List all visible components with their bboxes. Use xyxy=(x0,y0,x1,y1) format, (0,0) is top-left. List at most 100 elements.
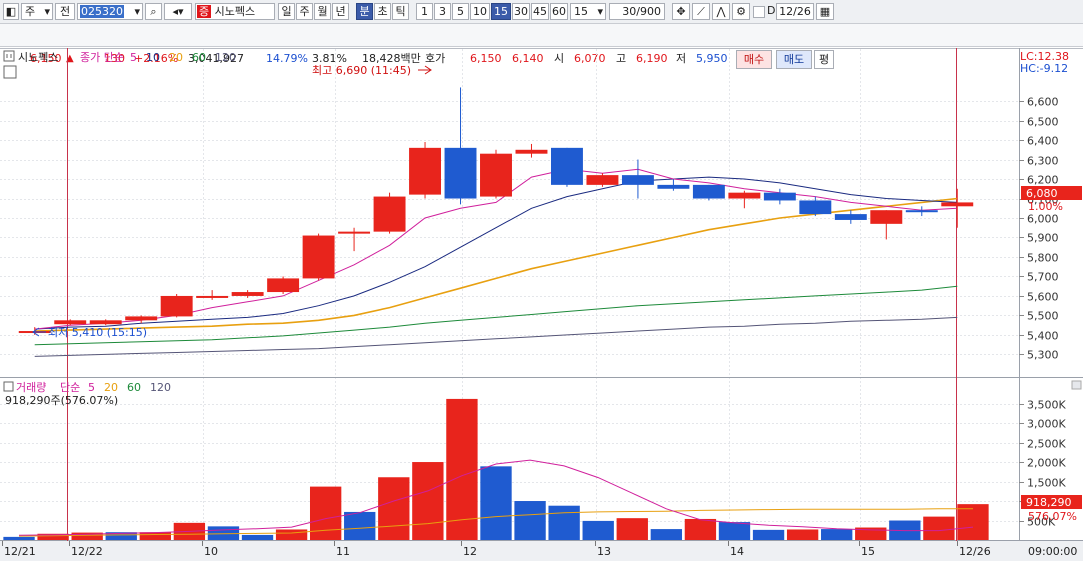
volume-ma-period-120: 120 xyxy=(150,381,171,394)
collapse-icon[interactable] xyxy=(1071,380,1082,390)
chevron-down-icon: ▾ xyxy=(597,5,603,18)
volume-tick-label: 3,500K xyxy=(1027,399,1066,412)
gear-icon[interactable]: ⚙ xyxy=(732,3,750,20)
trend-icon[interactable]: ⋀ xyxy=(712,3,730,20)
price-tick-label: 5,900 xyxy=(1027,232,1059,245)
stock-name: 시노펙스 xyxy=(214,5,256,18)
line-tool-icon[interactable]: ⟋ xyxy=(692,3,710,20)
price-tick-label: 6,400 xyxy=(1027,135,1059,148)
current-price-tag-text: 6,080 xyxy=(1026,187,1058,200)
prev-button[interactable]: 전 xyxy=(55,3,75,20)
volume-bar-up xyxy=(923,516,955,540)
ma-period-20: 20 xyxy=(169,51,183,64)
period-day[interactable]: 일 xyxy=(278,3,295,20)
crosshair-icon[interactable]: ✥ xyxy=(672,3,690,20)
ma-label: 종가 단순 xyxy=(80,51,124,64)
candle-up xyxy=(196,295,229,298)
date-input[interactable]: 12/26 xyxy=(776,3,814,20)
quote-bar: 6,150 ▲ 130 +2.16% 3,041,927 14.79% 3.81… xyxy=(0,24,1083,69)
stock-name-field[interactable]: 증 시노펙스 xyxy=(195,3,275,20)
price-tick-label: 6,000 xyxy=(1027,213,1059,226)
period-second[interactable]: 초 xyxy=(374,3,391,20)
volume-bar-down xyxy=(650,529,683,540)
volume-menu-icon[interactable] xyxy=(3,381,14,392)
price-tick-label: 5,600 xyxy=(1027,291,1059,304)
interval-5[interactable]: 5 xyxy=(452,3,469,20)
high-annotation: 최고 6,690 (11:45) xyxy=(312,64,411,77)
volume-tick-label: 1,500K xyxy=(1027,477,1066,490)
interval-select-value: 15 xyxy=(574,5,588,18)
current-volume-tag-text: 918,290 xyxy=(1026,496,1072,509)
volume-tick-label: 2,000K xyxy=(1027,457,1066,470)
ma-period-60: 60 xyxy=(192,51,206,64)
interval-15[interactable]: 15 xyxy=(491,3,511,20)
hc-label: HC:-9.12 xyxy=(1020,62,1068,75)
panel-menu-icon[interactable] xyxy=(3,50,15,62)
interval-3[interactable]: 3 xyxy=(434,3,451,20)
market-select[interactable]: 주 ▾ xyxy=(21,3,53,20)
period-tick[interactable]: 틱 xyxy=(392,3,409,20)
volume-bar-down xyxy=(480,466,512,540)
volume-tick-label: 2,500K xyxy=(1027,438,1066,451)
volume-ma-period-60: 60 xyxy=(127,381,141,394)
candle-up xyxy=(54,320,87,325)
volume-bar-down xyxy=(718,522,751,540)
candle-up xyxy=(870,210,903,224)
interval-45[interactable]: 45 xyxy=(531,3,549,20)
volume-ma-period-20: 20 xyxy=(104,381,118,394)
volume-bar-up xyxy=(139,532,171,540)
grid-toggle-icon[interactable] xyxy=(3,65,17,79)
period-week[interactable]: 주 xyxy=(296,3,313,20)
stock-code-input[interactable]: 025320 ▾ xyxy=(77,3,143,20)
price-axis: 6,6006,5006,4006,3006,2006,1006,0005,900… xyxy=(1019,96,1059,362)
volume-bar-down xyxy=(3,536,35,540)
count-input[interactable]: 30/900 xyxy=(609,3,665,20)
ma-period-5: 5 xyxy=(130,51,137,64)
time-axis-bg xyxy=(0,541,1083,561)
price-tick-label: 5,500 xyxy=(1027,310,1059,323)
candle-up xyxy=(302,235,335,279)
checkbox-label: D xyxy=(767,4,776,17)
volume-bar-down xyxy=(821,529,853,540)
time-tick-label: 11 xyxy=(336,545,350,558)
ma-periods: 5 10 20 60 120 xyxy=(130,51,236,64)
time-tick-label: 13 xyxy=(597,545,611,558)
interval-1[interactable]: 1 xyxy=(416,3,433,20)
speaker-icon[interactable]: ◂▾ xyxy=(164,3,192,20)
date-checkbox[interactable] xyxy=(753,6,765,18)
candles xyxy=(18,87,974,335)
layout-icon[interactable]: ◧ xyxy=(3,3,19,20)
interval-60[interactable]: 60 xyxy=(550,3,568,20)
stock-tab[interactable]: 시노펙스 xyxy=(18,51,58,64)
interval-select[interactable]: 15 ▾ xyxy=(570,3,606,20)
period-minute[interactable]: 분 xyxy=(356,3,373,20)
price-tick-label: 6,500 xyxy=(1027,116,1059,129)
calendar-icon[interactable]: ▦ xyxy=(816,3,834,20)
period-year[interactable]: 년 xyxy=(332,3,349,20)
time-tick-label: 12/26 xyxy=(959,545,991,558)
interval-30[interactable]: 30 xyxy=(512,3,530,20)
period-month[interactable]: 월 xyxy=(314,3,331,20)
search-icon[interactable]: ⌕ xyxy=(145,3,162,20)
candle-down xyxy=(621,175,654,185)
volume-bar-up xyxy=(616,518,648,540)
time-tick-label: 15 xyxy=(861,545,875,558)
volume-bar-up xyxy=(412,462,444,540)
volume-bar-down xyxy=(548,505,580,540)
candle-down xyxy=(834,214,867,220)
volume-tick-label: 3,000K xyxy=(1027,418,1066,431)
candle-up xyxy=(941,202,974,207)
current-pct-tag: 1.00% xyxy=(1028,200,1063,213)
candle-up xyxy=(586,175,619,185)
stock-type-badge: 증 xyxy=(197,5,212,18)
candle-up xyxy=(89,320,122,325)
candle-down xyxy=(763,192,796,201)
volume-ma-period-5: 5 xyxy=(88,381,95,394)
interval-10[interactable]: 10 xyxy=(470,3,490,20)
high-arrow-icon xyxy=(418,65,432,75)
low-annotation: 최저 5,410 (15:15) xyxy=(48,326,147,339)
time-readout: 09:00:00 xyxy=(1028,545,1077,558)
candle-down xyxy=(692,184,725,199)
price-tick-label: 5,300 xyxy=(1027,349,1059,362)
volume-ma-label: 단순 xyxy=(60,381,80,394)
